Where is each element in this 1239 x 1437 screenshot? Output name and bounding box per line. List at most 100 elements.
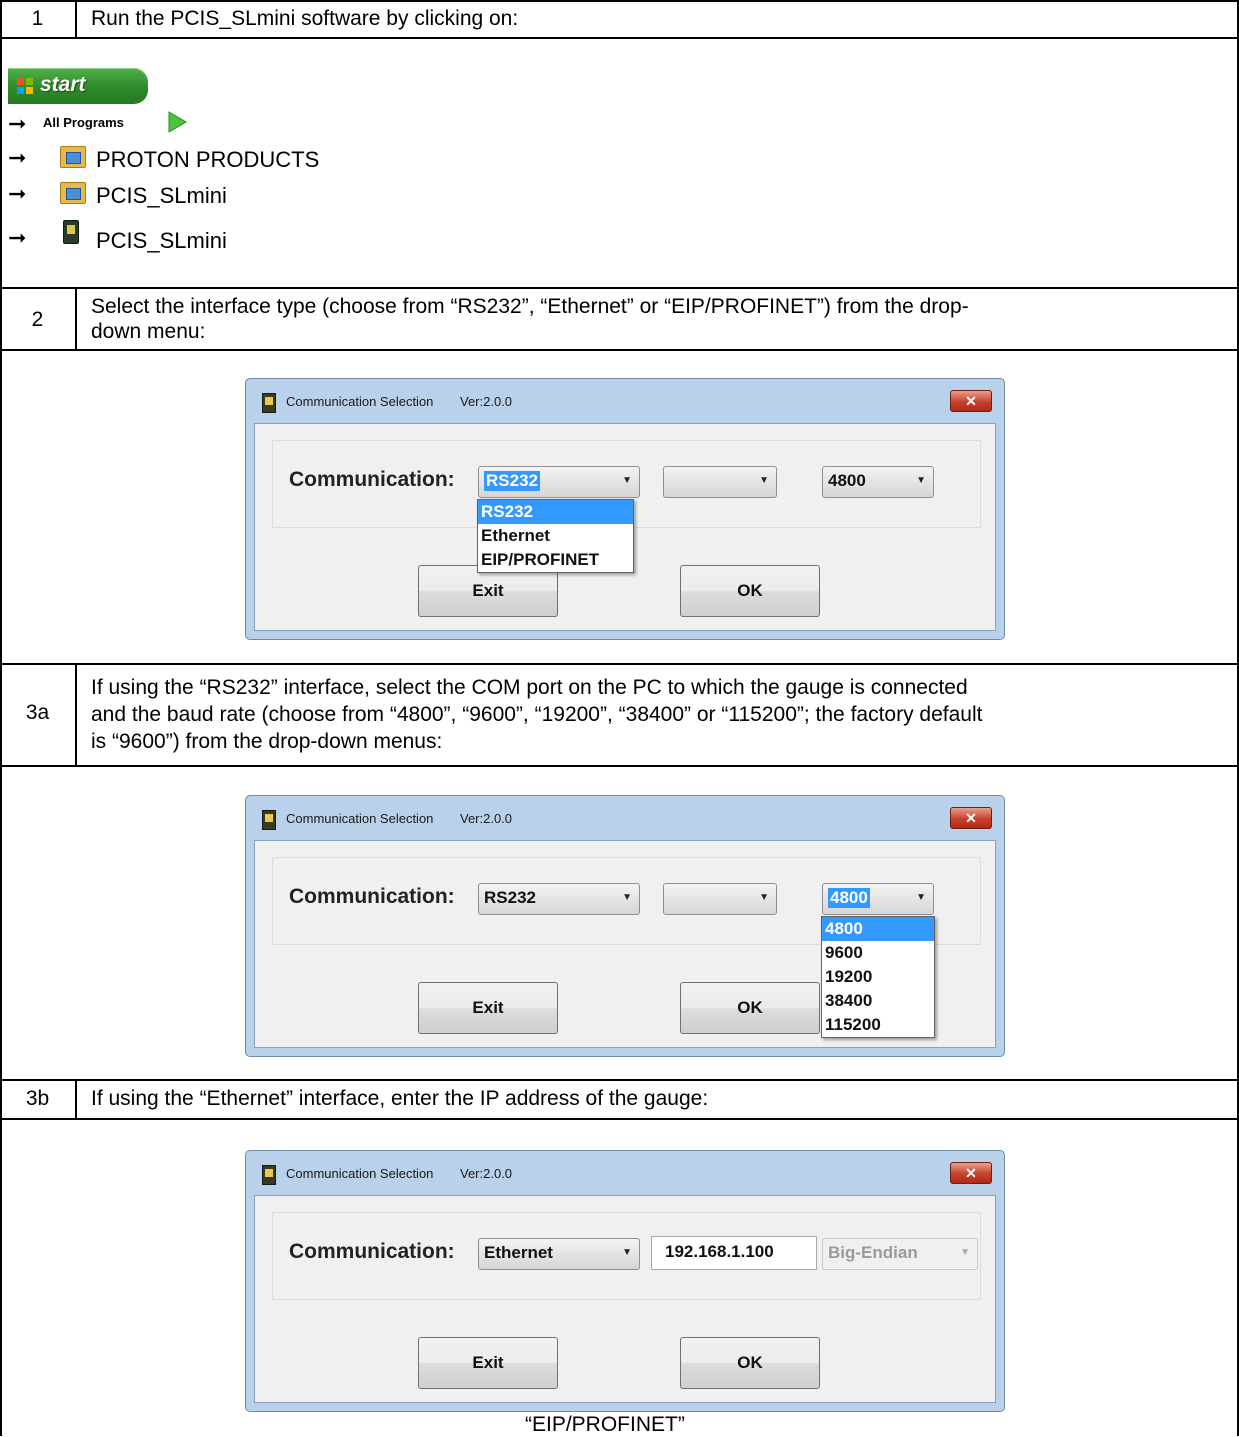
dialog-version: Ver:2.0.0 bbox=[460, 394, 513, 409]
baud-rate-combo[interactable]: 4800 ▼ bbox=[822, 883, 934, 915]
arrow-right-icon: ➞ bbox=[8, 225, 27, 250]
dialog-titlebar: Communication Selection Ver:2.0.0 ✕ bbox=[246, 796, 1002, 840]
start-label: start bbox=[40, 73, 86, 96]
ok-button-label: OK bbox=[737, 581, 763, 600]
exit-button[interactable]: Exit bbox=[418, 1337, 558, 1389]
ok-button-label: OK bbox=[737, 998, 763, 1017]
menu-item-pcis-folder[interactable]: PCIS_SLmini bbox=[96, 184, 227, 208]
exit-button[interactable]: Exit bbox=[418, 982, 558, 1034]
menu-item-proton-products[interactable]: PROTON PRODUCTS bbox=[96, 148, 319, 172]
baud-rate-combo[interactable]: 4800 ▼ bbox=[822, 466, 934, 498]
play-arrow-icon bbox=[168, 111, 187, 133]
communication-label: Communication: bbox=[289, 885, 455, 908]
exit-button-label: Exit bbox=[472, 581, 504, 600]
communication-combo-value: Ethernet bbox=[484, 1243, 553, 1262]
dialog-client-area: Communication: RS232 ▼ ▼ 4800 ▼ Exit OK … bbox=[254, 840, 996, 1048]
dropdown-option[interactable]: EIP/PROFINET bbox=[478, 548, 633, 572]
table-border-top bbox=[0, 0, 1239, 2]
ok-button-label: OK bbox=[737, 1353, 763, 1372]
ok-button[interactable]: OK bbox=[680, 565, 820, 617]
chevron-down-icon: ▼ bbox=[622, 1247, 632, 1258]
row-divider bbox=[0, 37, 1239, 39]
step-number: 3a bbox=[25, 701, 50, 724]
communication-label: Communication: bbox=[289, 468, 455, 491]
chevron-down-icon: ▼ bbox=[759, 892, 769, 903]
column-divider bbox=[75, 0, 77, 38]
row-divider bbox=[0, 287, 1239, 289]
step-text: If using the “Ethernet” interface, enter… bbox=[91, 1087, 709, 1110]
app-title-icon bbox=[262, 1165, 276, 1185]
dropdown-option[interactable]: RS232 bbox=[478, 500, 633, 524]
row-divider bbox=[0, 1118, 1239, 1120]
chevron-down-icon: ▼ bbox=[622, 475, 632, 486]
dropdown-option[interactable]: Ethernet bbox=[478, 524, 633, 548]
dropdown-option[interactable]: 9600 bbox=[822, 941, 934, 965]
communication-selection-dialog: Communication Selection Ver:2.0.0 ✕ Comm… bbox=[245, 795, 1005, 1057]
communication-selection-dialog: Communication Selection Ver:2.0.0 ✕ Comm… bbox=[245, 378, 1005, 640]
dialog-client-area: Communication: Ethernet ▼ 192.168.1.100 … bbox=[254, 1195, 996, 1403]
arrow-right-icon: ➞ bbox=[8, 145, 27, 170]
folder-icon bbox=[60, 146, 86, 168]
communication-combo[interactable]: Ethernet ▼ bbox=[478, 1238, 640, 1270]
ip-address-input[interactable]: 192.168.1.100 bbox=[651, 1236, 817, 1270]
chevron-down-icon: ▼ bbox=[622, 892, 632, 903]
chevron-down-icon: ▼ bbox=[960, 1247, 970, 1258]
close-button[interactable]: ✕ bbox=[950, 390, 992, 412]
close-button[interactable]: ✕ bbox=[950, 1162, 992, 1184]
baud-rate-combo-value: 4800 bbox=[828, 471, 866, 490]
communication-label: Communication: bbox=[289, 1240, 455, 1263]
com-port-combo[interactable]: ▼ bbox=[663, 883, 777, 915]
step-text-line: If using the “RS232” interface, select t… bbox=[91, 676, 968, 699]
all-programs-label[interactable]: All Programs bbox=[43, 115, 124, 130]
baud-rate-combo-value: 4800 bbox=[828, 888, 870, 908]
app-title-icon bbox=[262, 393, 276, 413]
close-button[interactable]: ✕ bbox=[950, 807, 992, 829]
dialog-client-area: Communication: RS232 ▼ ▼ 4800 ▼ Exit OK … bbox=[254, 423, 996, 631]
communication-combo[interactable]: RS232 ▼ bbox=[478, 466, 640, 498]
step-text: Run the PCIS_SLmini software by clicking… bbox=[91, 7, 519, 30]
communication-dropdown-list: RS232 Ethernet EIP/PROFINET bbox=[477, 499, 634, 573]
dialog-titlebar: Communication Selection Ver:2.0.0 ✕ bbox=[246, 379, 1002, 423]
exit-button-label: Exit bbox=[472, 1353, 504, 1372]
start-button[interactable]: start bbox=[8, 68, 148, 104]
column-divider bbox=[75, 663, 77, 766]
dialog-title: Communication Selection bbox=[286, 394, 434, 409]
menu-item-pcis-app[interactable]: PCIS_SLmini bbox=[96, 229, 227, 253]
dropdown-option[interactable]: 19200 bbox=[822, 965, 934, 989]
endian-combo-value: Big-Endian bbox=[828, 1243, 918, 1262]
step-number: 1 bbox=[31, 7, 44, 30]
app-title-icon bbox=[262, 810, 276, 830]
step-number: 3b bbox=[25, 1087, 50, 1110]
footer-text: “EIP/PROFINET” bbox=[525, 1413, 685, 1436]
exit-button-label: Exit bbox=[472, 998, 504, 1017]
column-divider bbox=[75, 287, 77, 350]
communication-combo-value: RS232 bbox=[484, 471, 540, 491]
step-number: 2 bbox=[31, 308, 44, 331]
folder-icon bbox=[60, 182, 86, 204]
ok-button[interactable]: OK bbox=[680, 982, 820, 1034]
close-icon: ✕ bbox=[965, 1165, 977, 1181]
step-text-line: is “9600”) from the drop-down menus: bbox=[91, 730, 443, 753]
baud-rate-dropdown-list: 4800 9600 19200 38400 115200 bbox=[821, 916, 935, 1038]
dropdown-option[interactable]: 115200 bbox=[822, 1013, 934, 1037]
row-divider bbox=[0, 765, 1239, 767]
row-divider bbox=[0, 1079, 1239, 1081]
close-icon: ✕ bbox=[965, 810, 977, 826]
com-port-combo[interactable]: ▼ bbox=[663, 466, 777, 498]
dialog-title: Communication Selection bbox=[286, 811, 434, 826]
arrow-right-icon: ➞ bbox=[8, 111, 27, 136]
dropdown-option[interactable]: 4800 bbox=[822, 917, 934, 941]
chevron-down-icon: ▼ bbox=[916, 892, 926, 903]
dialog-version: Ver:2.0.0 bbox=[460, 811, 513, 826]
close-icon: ✕ bbox=[965, 393, 977, 409]
arrow-right-icon: ➞ bbox=[8, 181, 27, 206]
chevron-down-icon: ▼ bbox=[759, 475, 769, 486]
dropdown-option[interactable]: 38400 bbox=[822, 989, 934, 1013]
ok-button[interactable]: OK bbox=[680, 1337, 820, 1389]
communication-selection-dialog: Communication Selection Ver:2.0.0 ✕ Comm… bbox=[245, 1150, 1005, 1412]
dialog-titlebar: Communication Selection Ver:2.0.0 ✕ bbox=[246, 1151, 1002, 1195]
ip-address-value: 192.168.1.100 bbox=[665, 1242, 774, 1261]
communication-combo[interactable]: RS232 ▼ bbox=[478, 883, 640, 915]
pcis-app-icon bbox=[63, 220, 79, 244]
step-text-line: and the baud rate (choose from “4800”, “… bbox=[91, 703, 983, 726]
